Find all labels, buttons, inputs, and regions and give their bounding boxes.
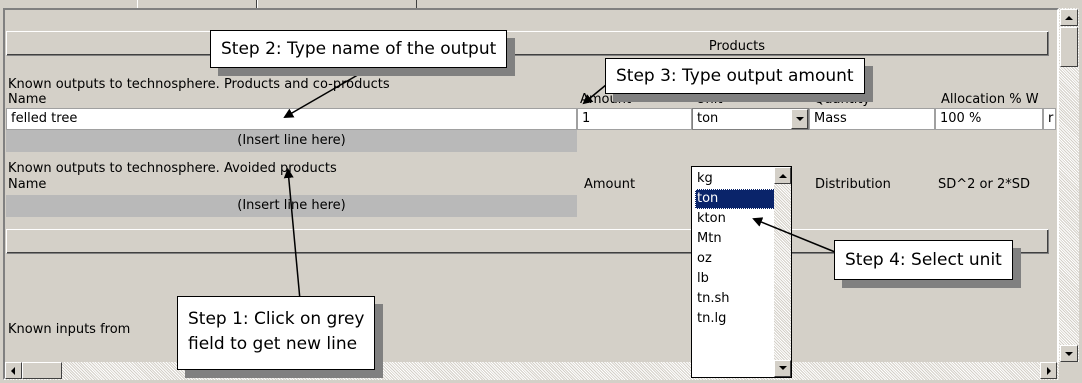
step4-arrow [752,217,836,253]
step1-text-line2: field to get new line [188,334,358,354]
step2-callout: Step 2: Type name of the output [210,30,508,68]
step2-text: Step 2: Type name of the output [221,39,497,59]
step3-text: Step 3: Type output amount [616,66,854,86]
step1-callout: Step 1: Click on grey field to get new l… [177,296,376,370]
step2-arrow [283,64,376,119]
step1-arrow [283,168,301,301]
step4-callout: Step 4: Select unit [834,240,1013,280]
annotation-arrows [283,64,836,301]
step3-callout: Step 3: Type output amount [605,58,865,94]
step1-text-line1: Step 1: Click on grey [188,309,365,329]
step4-text: Step 4: Select unit [845,250,1002,270]
